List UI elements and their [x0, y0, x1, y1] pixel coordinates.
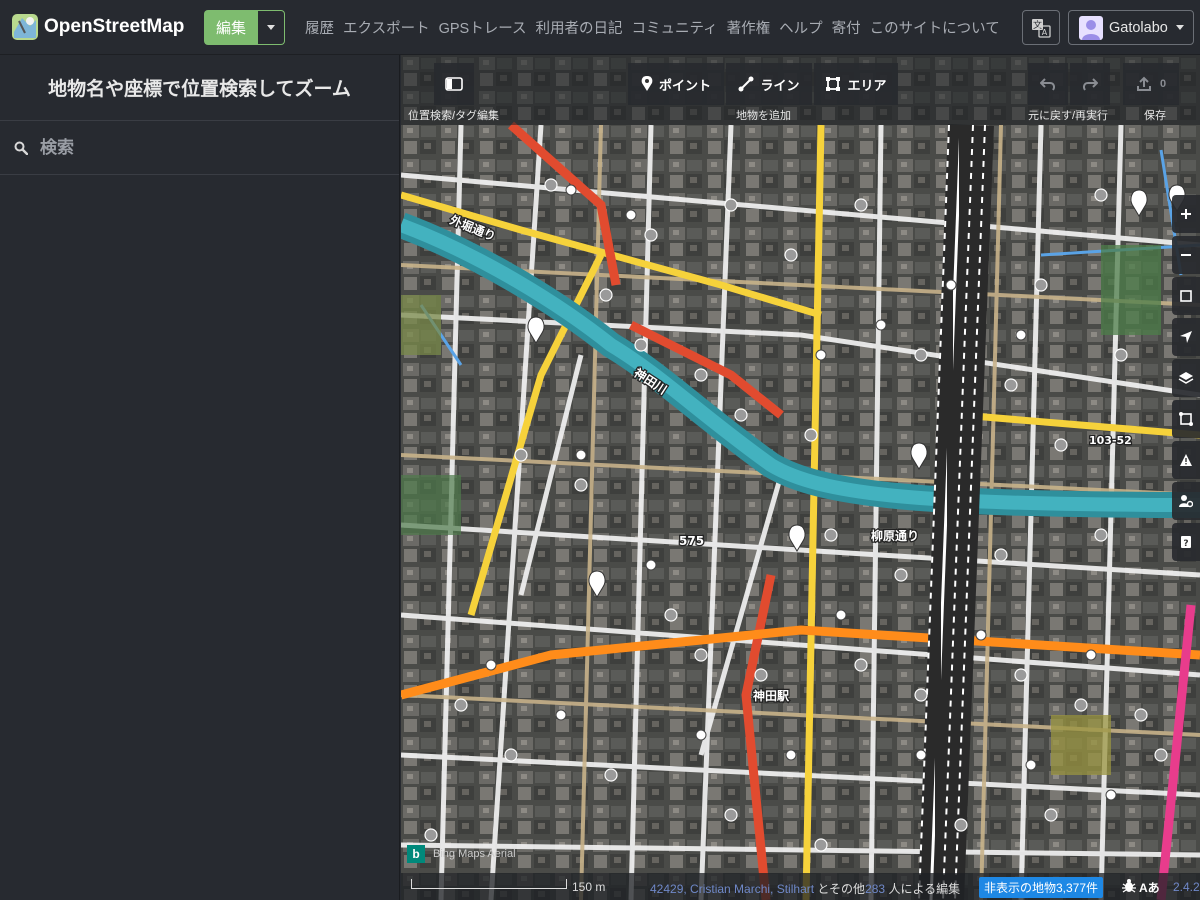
nav-link-donate[interactable]: 寄付 [832, 17, 861, 38]
bug-icon[interactable] [1121, 878, 1137, 894]
edit-button-group: 編集 [204, 10, 285, 45]
add-point-button[interactable]: ポイント [628, 63, 724, 105]
add-area-button[interactable]: エリア [814, 63, 898, 105]
road-label-yanagihara: 柳原通り [871, 528, 919, 543]
warning-icon [1180, 454, 1192, 466]
bing-logo-icon: b [407, 845, 425, 863]
nav-link-history[interactable]: 履歴 [305, 17, 334, 38]
nav-link-gps-traces[interactable]: GPSトレース [439, 17, 527, 38]
geolocate-button[interactable] [1172, 318, 1200, 356]
nav-link-export[interactable]: エクスポート [343, 17, 430, 38]
imagery-attribution[interactable]: b Bing Maps Aerial [407, 845, 516, 863]
sidebar: 地物名や座標で位置検索してズーム [0, 55, 400, 900]
redo-icon [1083, 78, 1098, 91]
background-layers-button[interactable] [1172, 359, 1200, 397]
line-icon [738, 76, 754, 92]
feature-search-row [0, 121, 399, 175]
add-feature-label: 地物を追加 [736, 110, 791, 122]
brand-link[interactable]: OpenStreetMap [10, 11, 184, 43]
inspector-toggle-button[interactable] [434, 63, 474, 105]
upload-icon [1136, 76, 1151, 91]
add-point-label: ポイント [658, 77, 711, 93]
contributors-middle-text: とその他 [817, 882, 866, 896]
user-menu-button[interactable]: Gatolabo [1068, 10, 1194, 45]
locale-icon[interactable]: Aあ [1139, 879, 1160, 896]
map-canvas[interactable]: 外堀通り 神田川 柳原通り 神田駅 575 103-52 位置検索/タグ編集 ポ… [401, 55, 1200, 900]
undo-redo-label: 元に戻す/再実行 [1028, 110, 1109, 122]
scale-bar[interactable] [411, 879, 567, 889]
search-input[interactable] [40, 137, 370, 158]
svg-text:A: A [1042, 28, 1048, 37]
svg-text:?: ? [1183, 539, 1188, 549]
add-line-label: ライン [760, 77, 800, 93]
nav-link-user-diaries[interactable]: 利用者の日記 [535, 17, 622, 38]
add-area-label: エリア [847, 77, 887, 93]
route-label-575: 575 [679, 534, 704, 548]
contributors-suffix: 人による編集 [888, 882, 961, 896]
help-button[interactable]: ? [1172, 523, 1200, 561]
user-silhouette-icon [1082, 19, 1100, 40]
editor-toolbar: 位置検索/タグ編集 ポイント ライン エリア 地物を追加 元に戻す/再実行 0 … [401, 55, 1200, 125]
save-button[interactable]: 0 [1123, 63, 1179, 105]
issues-button[interactable] [1172, 441, 1200, 479]
chevron-down-icon [1175, 25, 1184, 30]
undo-icon [1040, 78, 1055, 91]
save-count: 0 [1159, 78, 1167, 90]
sidebar-toggle-icon [445, 77, 463, 91]
nav-link-community[interactable]: コミュニティ [631, 17, 717, 38]
zoom-to-icon [1180, 290, 1192, 302]
plus-icon [1181, 209, 1191, 219]
contributors-count[interactable]: 283 [865, 882, 885, 896]
aerial-map-imagery: 外堀通り 神田川 柳原通り 神田駅 575 103-52 [401, 55, 1200, 900]
map-data-button[interactable] [1172, 400, 1200, 438]
scale-label: 150 m [572, 880, 606, 894]
language-button[interactable]: 文 A [1022, 10, 1060, 45]
zoom-out-button[interactable] [1172, 236, 1200, 274]
osm-logo-icon [12, 14, 38, 40]
brand-name: OpenStreetMap [44, 16, 185, 37]
zoom-in-button[interactable] [1172, 195, 1200, 233]
search-icon [14, 141, 28, 155]
route-label-103-52: 103-52 [1089, 434, 1132, 447]
sidebar-title: 地物名や座標で位置検索してズーム [0, 55, 399, 121]
save-label: 保存 [1144, 110, 1166, 122]
map-data-icon [1179, 412, 1193, 426]
help-icon: ? [1181, 536, 1191, 549]
primary-nav-links: 履歴 エクスポート GPSトレース 利用者の日記 コミュニティ 著作権 ヘルプ … [305, 17, 1000, 38]
top-navigation-bar: OpenStreetMap 編集 履歴 エクスポート GPSトレース 利用者の日… [0, 0, 1200, 55]
version-link[interactable]: 2.4.2 [1173, 880, 1200, 894]
edit-dropdown-toggle[interactable] [258, 10, 285, 45]
user-gear-icon [1179, 495, 1193, 508]
edit-button[interactable]: 編集 [204, 10, 258, 45]
zoom-to-selection-button[interactable] [1172, 277, 1200, 315]
redo-button[interactable] [1070, 63, 1110, 105]
area-icon [826, 77, 841, 91]
user-name: Gatolabo [1109, 19, 1168, 36]
map-controls: ? [1172, 195, 1200, 564]
nav-link-help[interactable]: ヘルプ [779, 17, 823, 38]
point-marker-icon [641, 76, 653, 91]
hidden-features-badge[interactable]: 非表示の地物3,377件 [979, 877, 1104, 898]
nav-link-copyright[interactable]: 著作権 [727, 17, 771, 38]
imagery-name: Bing Maps Aerial [433, 848, 516, 860]
translate-icon: 文 A [1032, 18, 1051, 38]
chevron-down-icon [267, 25, 275, 30]
preferences-button[interactable] [1172, 482, 1200, 520]
contributors-attribution: 42429, Cristian Marchi, Stilhart とその他283… [650, 880, 960, 897]
minus-icon [1181, 254, 1191, 256]
svg-text:文: 文 [1033, 19, 1042, 31]
contributor-links[interactable]: 42429, Cristian Marchi, Stilhart [650, 882, 814, 896]
inspector-label: 位置検索/タグ編集 [408, 110, 500, 122]
add-line-button[interactable]: ライン [726, 63, 812, 105]
map-footer: 150 m 42429, Cristian Marchi, Stilhart と… [401, 873, 1200, 900]
station-label-kanda: 神田駅 [753, 688, 790, 703]
avatar [1079, 15, 1103, 40]
location-arrow-icon [1180, 331, 1192, 343]
undo-button[interactable] [1028, 63, 1068, 105]
nav-link-about[interactable]: このサイトについて [870, 17, 1000, 38]
layers-icon [1178, 372, 1194, 384]
